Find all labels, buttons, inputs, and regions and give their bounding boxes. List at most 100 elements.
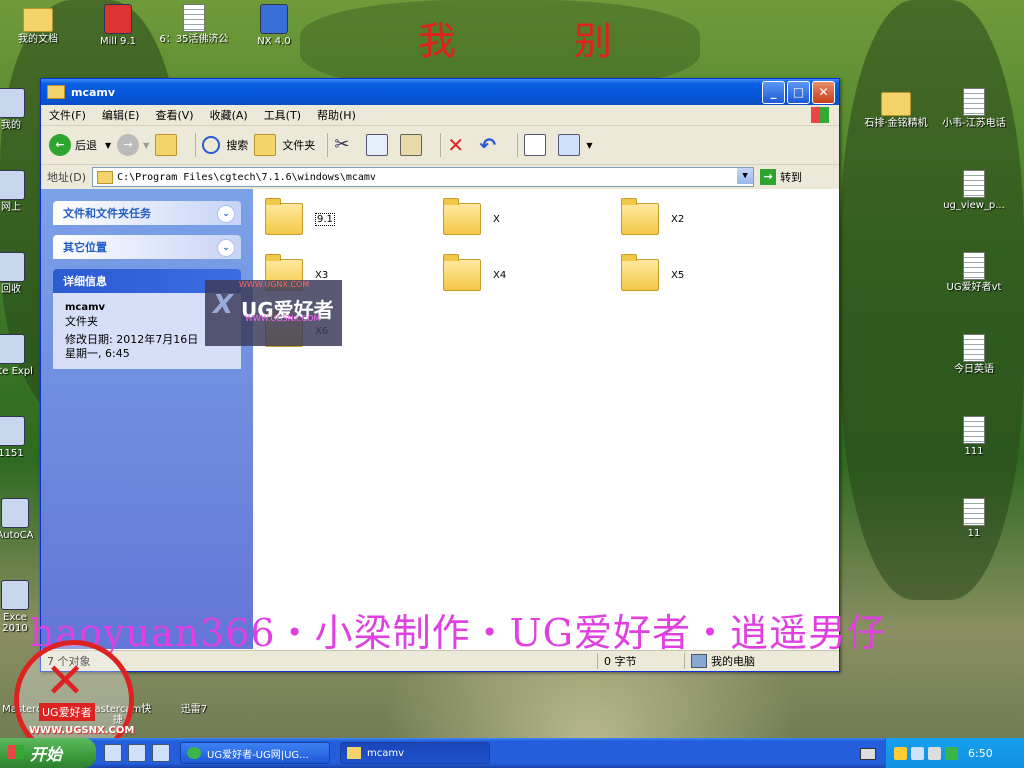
back-arrow-icon: ←: [49, 134, 71, 156]
desktop-icon-ug-fan-vt[interactable]: UG爱好者vt: [936, 252, 1012, 293]
menu-file[interactable]: 文件(F): [41, 107, 94, 123]
views-button[interactable]: ▼: [558, 134, 592, 156]
desktop-icon-doc-6-35[interactable]: 6：35活佛济公: [156, 4, 232, 45]
chevron-down-icon[interactable]: ▼: [737, 168, 754, 184]
go-button[interactable]: → 转到: [760, 169, 802, 185]
folder-icon: [47, 85, 65, 99]
menu-tools[interactable]: 工具(T): [256, 107, 309, 123]
taskbar-item-browser[interactable]: UG爱好者-UG网|UG...: [180, 742, 330, 764]
menu-edit[interactable]: 编辑(E): [94, 107, 148, 123]
ie-icon: [187, 747, 201, 759]
chevron-down-icon[interactable]: ▼: [105, 141, 111, 150]
chevron-down-icon[interactable]: ▼: [586, 141, 592, 150]
app-icon: [104, 4, 132, 34]
folder-item[interactable]: X5: [621, 254, 684, 291]
minimize-button[interactable]: _: [762, 80, 785, 104]
folder-item[interactable]: X: [443, 198, 500, 235]
folder-item[interactable]: 9.1: [265, 198, 335, 235]
desktop-icon-xunlei[interactable]: 迅雷7: [156, 672, 232, 715]
paste-icon: [400, 134, 423, 156]
expand-chevron-icon[interactable]: ⌄: [217, 239, 235, 257]
folder-icon: [443, 198, 481, 235]
folders-button[interactable]: 文件夹: [254, 134, 315, 156]
folder-icon: [443, 254, 481, 291]
document-icon: [963, 252, 985, 280]
folder-item[interactable]: X2: [621, 198, 684, 235]
show-desktop-icon[interactable]: [128, 744, 146, 762]
ug-logo-icon: X: [213, 290, 234, 320]
folder-icon: [621, 198, 659, 235]
desktop-icon-1151[interactable]: 1151: [0, 416, 36, 459]
desktop-icon-ie[interactable]: Inte Expl: [0, 334, 36, 377]
folder-icon: [254, 134, 277, 156]
start-button[interactable]: 开始: [0, 738, 96, 768]
close-button[interactable]: ✕: [812, 80, 835, 104]
undo-icon: ↶: [479, 133, 497, 157]
scissors-icon: ✂: [334, 134, 350, 155]
desktop-icon-english[interactable]: 今日英语: [936, 334, 1012, 375]
document-icon: [963, 498, 985, 526]
menu-favorites[interactable]: 收藏(A): [202, 107, 256, 123]
security-icon[interactable]: [945, 746, 958, 760]
desktop-icon-autocad[interactable]: AutoCA: [0, 498, 40, 541]
desktop-icon-11[interactable]: 11: [936, 498, 1012, 539]
menubar: 文件(F) 编辑(E) 查看(V) 收藏(A) 工具(T) 帮助(H): [41, 105, 839, 126]
menu-help[interactable]: 帮助(H): [309, 107, 364, 123]
quick-launch: [104, 744, 170, 762]
delete-button[interactable]: ✕: [447, 135, 473, 155]
taskbar-item-mcamv[interactable]: mcamv: [340, 742, 490, 764]
details-weekday: 星期一, 6:45: [65, 347, 130, 360]
desktop-icon-my-documents[interactable]: 我的文档: [0, 4, 76, 45]
app-icon: [0, 416, 25, 446]
window-titlebar[interactable]: mcamv _ □ ✕: [41, 79, 839, 105]
desktop-icon-xiaowei[interactable]: 小韦-江苏电话: [936, 88, 1012, 129]
back-button[interactable]: ← 后退 ▼: [49, 134, 111, 156]
folder-content: 9.1 X X2 X3 X4 X5 X6: [253, 189, 839, 649]
document-icon: [963, 170, 985, 198]
tasks-panel-header[interactable]: 文件和文件夹任务 ⌄: [53, 201, 241, 225]
desktop-icon-recycle-bin[interactable]: 回收: [0, 252, 36, 295]
system-tray: 6:50: [885, 738, 1024, 768]
copy-button[interactable]: [366, 134, 394, 156]
up-folder-button[interactable]: [155, 134, 183, 156]
desktop-icon-ug-view[interactable]: ug_view_p...: [936, 170, 1012, 211]
search-button[interactable]: 搜索: [202, 136, 248, 154]
app-icon[interactable]: [152, 744, 170, 762]
keyboard-icon[interactable]: [860, 748, 876, 760]
autocad-icon: [1, 498, 29, 528]
desktop-icon-111[interactable]: 111: [936, 416, 1012, 457]
go-arrow-icon: →: [760, 169, 777, 185]
other-places-panel: 其它位置 ⌄: [53, 235, 241, 259]
network-icon: [0, 170, 25, 200]
document-icon: [963, 416, 985, 444]
menu-view[interactable]: 查看(V): [147, 107, 201, 123]
computer-icon: [0, 88, 25, 118]
network-icon[interactable]: [911, 746, 924, 760]
expand-chevron-icon[interactable]: ⌄: [217, 205, 235, 223]
properties-button[interactable]: [524, 134, 552, 156]
forward-arrow-icon: →: [117, 134, 140, 156]
maximize-button[interactable]: □: [787, 80, 810, 104]
other-places-header[interactable]: 其它位置 ⌄: [53, 235, 241, 259]
stamp-x-icon: ✕: [45, 653, 86, 709]
search-icon: [202, 136, 221, 154]
forward-button[interactable]: → ▼: [117, 134, 149, 156]
cut-button[interactable]: ✂: [334, 135, 360, 155]
desktop-icon-network[interactable]: 网上: [0, 170, 36, 213]
paste-button[interactable]: [400, 134, 428, 156]
desktop-icon-shipai[interactable]: 石排·金铭精机: [858, 88, 934, 129]
toolbar: ← 后退 ▼ → ▼ 搜索 文件夹 ✂ ✕ ↶ ▼: [41, 126, 839, 165]
desktop-icon-my-computer[interactable]: 我的: [0, 88, 36, 131]
address-value: C:\Program Files\cgtech\7.1.6\windows\mc…: [117, 171, 376, 183]
chevron-down-icon[interactable]: ▼: [143, 141, 149, 150]
desktop-icon-nx[interactable]: NX 4.0: [236, 4, 312, 47]
ie-icon[interactable]: [104, 744, 122, 762]
folder-item[interactable]: X4: [443, 254, 506, 291]
excel-icon: [1, 580, 29, 610]
volume-icon[interactable]: [928, 746, 941, 760]
folder-icon: [621, 254, 659, 291]
desktop-icon-mill[interactable]: Mill 9.1: [80, 4, 156, 47]
address-input[interactable]: C:\Program Files\cgtech\7.1.6\windows\mc…: [92, 167, 755, 187]
undo-button[interactable]: ↶: [479, 135, 505, 155]
qq-icon[interactable]: [894, 746, 907, 760]
